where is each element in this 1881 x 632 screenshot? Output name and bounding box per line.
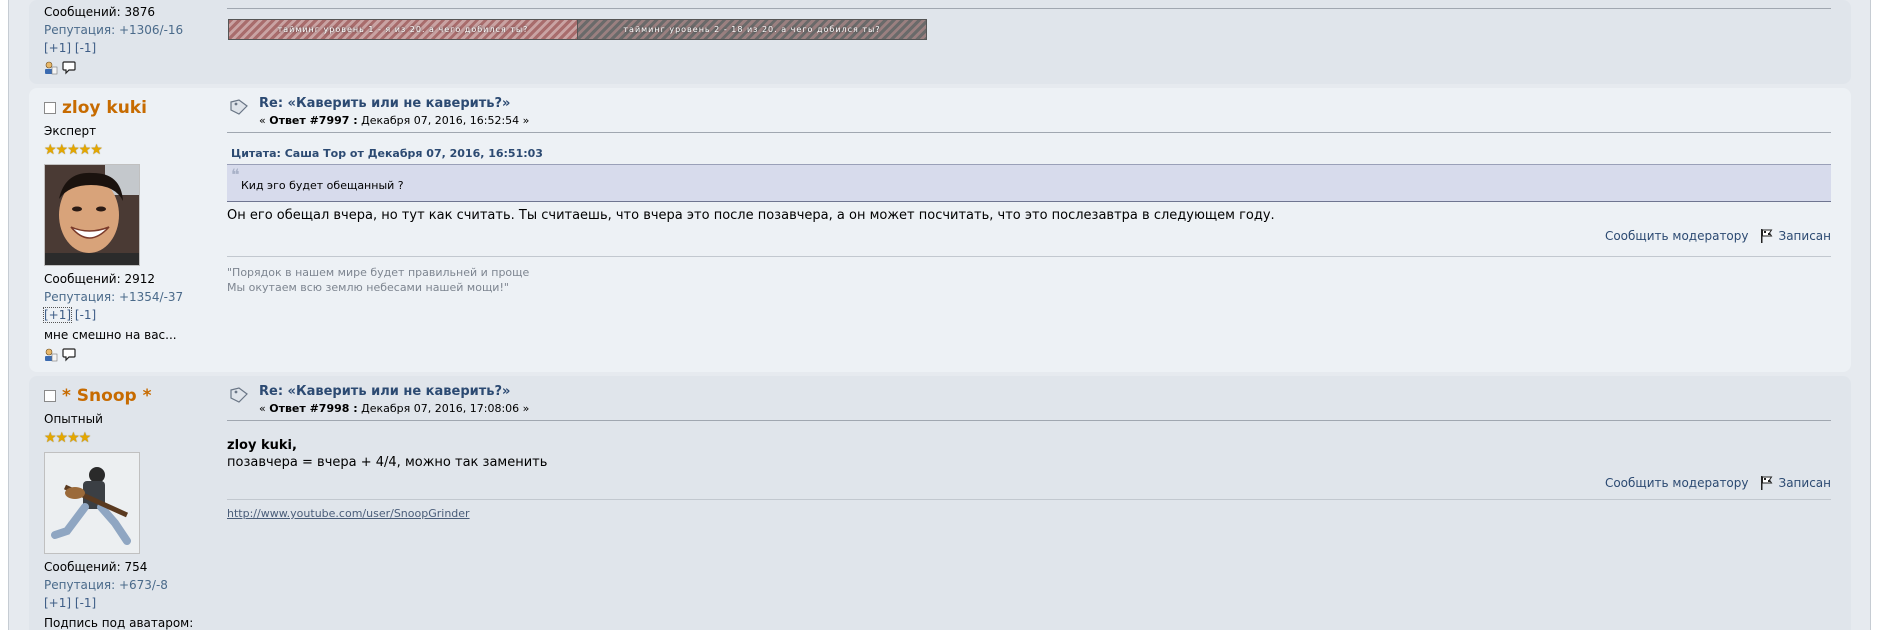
report-flag-icon (1759, 476, 1775, 490)
post-text: zloy kuki, позавчера = вчера + 4/4, можн… (227, 437, 1831, 471)
banner-1-text: тайминг уровень 1 - я из 20. а чего доби… (277, 25, 529, 34)
quote-header-link[interactable]: Цитата: Саша Тор от Декабря 07, 2016, 16… (231, 147, 1831, 160)
reputation: Репутация: +673/-8 (44, 578, 168, 592)
poster-name[interactable]: zloy kuki (62, 98, 147, 118)
quote-mark-icon: ❝ (231, 165, 240, 184)
banner-2-text: тайминг уровень 2 - 18 из 20. а чего доб… (623, 25, 881, 34)
rank-stars: ★★★★★ (44, 142, 103, 158)
avatar (44, 452, 140, 554)
personal-text: Подпись под аватаром: (44, 616, 194, 630)
report-flag-icon (1759, 229, 1775, 243)
karma-plus-link[interactable]: [+1] (42, 307, 73, 323)
karma-links: [+1] [-1] (42, 306, 214, 324)
signature: http://www.youtube.com/user/SnoopGrinder (227, 506, 1831, 521)
signature-banner-2: тайминг уровень 2 - 18 из 20. а чего доб… (577, 19, 927, 40)
poster-info: Сообщений: 3876 Репутация: +1306/-16 [+1… (44, 0, 214, 75)
signature-banner-1: тайминг уровень 1 - я из 20. а чего доби… (228, 19, 578, 40)
logged-label: Записан (1778, 476, 1832, 490)
poster-icons (44, 348, 214, 362)
logged-label: Записан (1778, 229, 1832, 243)
post-header: Re: «Каверить или не каверить?» « Ответ … (227, 96, 1831, 132)
post-date: Декабря 07, 2016, 16:52:54 » (357, 114, 530, 127)
pm-icon[interactable] (62, 348, 76, 362)
meta-prefix: « (259, 402, 270, 415)
reputation: Репутация: +1354/-37 (44, 290, 184, 304)
separator (227, 420, 1831, 421)
poster-name-row: zloy kuki (44, 98, 214, 118)
poster-info: zloy kuki Эксперт ★★★★★ Сообщений: 2912 … (42, 88, 214, 362)
karma-minus-link[interactable]: [-1] (75, 41, 96, 55)
actions-row: Сообщить модератору Записан (227, 224, 1831, 250)
message-count: Сообщений: 2912 (44, 272, 155, 286)
signature-line-1: "Порядок в нашем мире будет правильней и… (227, 266, 530, 279)
post-body: Re: «Каверить или не каверить?» « Ответ … (227, 376, 1831, 521)
reply-number[interactable]: Ответ #7998 : (269, 402, 357, 415)
report-moderator-link[interactable]: Сообщить модератору (1605, 229, 1749, 243)
checkbox-icon[interactable] (44, 102, 56, 114)
post-subject-link[interactable]: Re: «Каверить или не каверить?» (259, 96, 510, 111)
reputation: Репутация: +1306/-16 (44, 23, 184, 37)
post-meta: « Ответ #7997 : Декабря 07, 2016, 16:52:… (259, 114, 529, 127)
signature-separator (227, 256, 1831, 257)
pm-icon[interactable] (62, 61, 76, 75)
poster-info: * Snoop * Опытный ★★★★ Сообщений: 754 Ре… (44, 376, 214, 632)
reply-number[interactable]: Ответ #7997 : (269, 114, 357, 127)
report-moderator-link[interactable]: Сообщить модератору (1605, 476, 1749, 490)
profile-icon[interactable] (44, 348, 58, 362)
post-body (227, 0, 1831, 9)
post-body: Re: «Каверить или не каверить?» « Ответ … (227, 88, 1831, 295)
separator (227, 132, 1831, 133)
post-actions: Сообщить модератору Записан (1605, 476, 1831, 490)
personal-text: мне смешно на вас... (44, 328, 177, 342)
poster-name-row: * Snoop * (44, 386, 214, 406)
karma-plus-link[interactable]: [+1] (44, 41, 71, 55)
post-subject-link[interactable]: Re: «Каверить или не каверить?» (259, 384, 510, 399)
poster-icons (44, 61, 214, 75)
addressee: zloy kuki, (227, 438, 297, 453)
karma-links: [+1] [-1] (44, 594, 214, 612)
post-text: Он его обещал вчера, но тут как считать.… (227, 208, 1275, 223)
message-count: Сообщений: 754 (44, 560, 148, 574)
karma-plus-link[interactable]: [+1] (44, 596, 71, 610)
signature-separator (227, 499, 1831, 500)
topic-icon (229, 386, 249, 404)
message-count: Сообщений: 3876 (44, 5, 155, 19)
checkbox-icon[interactable] (44, 390, 56, 402)
member-group: Эксперт (44, 124, 97, 138)
topic-icon (229, 98, 249, 116)
post-header: Re: «Каверить или не каверить?» « Ответ … (227, 384, 1831, 420)
avatar (44, 164, 140, 266)
quote-text: Кид эго будет обещанный ? (241, 179, 404, 192)
karma-minus-link[interactable]: [-1] (75, 308, 96, 322)
karma-minus-link[interactable]: [-1] (75, 596, 96, 610)
post-7997: zloy kuki Эксперт ★★★★★ Сообщений: 2912 … (29, 88, 1851, 372)
meta-prefix: « (259, 114, 270, 127)
rank-stars: ★★★★ (44, 430, 91, 446)
signature-link[interactable]: http://www.youtube.com/user/SnoopGrinder (227, 507, 470, 520)
quote-box: ❝ Кид эго будет обещанный ? (227, 164, 1831, 202)
karma-links: [+1] [-1] (44, 39, 214, 57)
post-previous: Сообщений: 3876 Репутация: +1306/-16 [+1… (29, 0, 1851, 84)
post-text-line: позавчера = вчера + 4/4, можно так замен… (227, 455, 548, 470)
post-date: Декабря 07, 2016, 17:08:06 » (357, 402, 530, 415)
post-actions: Сообщить модератору Записан (1605, 229, 1831, 243)
post-7998: * Snoop * Опытный ★★★★ Сообщений: 754 Ре… (29, 376, 1851, 630)
separator (227, 8, 1831, 9)
signature-line-2: Мы окутаем всю землю небесами нашей мощи… (227, 281, 509, 294)
post-meta: « Ответ #7998 : Декабря 07, 2016, 17:08:… (259, 402, 529, 415)
poster-name[interactable]: * Snoop * (62, 386, 152, 406)
member-group: Опытный (44, 412, 103, 426)
actions-row: Сообщить модератору Записан (227, 471, 1831, 495)
profile-icon[interactable] (44, 61, 58, 75)
signature: "Порядок в нашем мире будет правильней и… (227, 265, 1831, 295)
